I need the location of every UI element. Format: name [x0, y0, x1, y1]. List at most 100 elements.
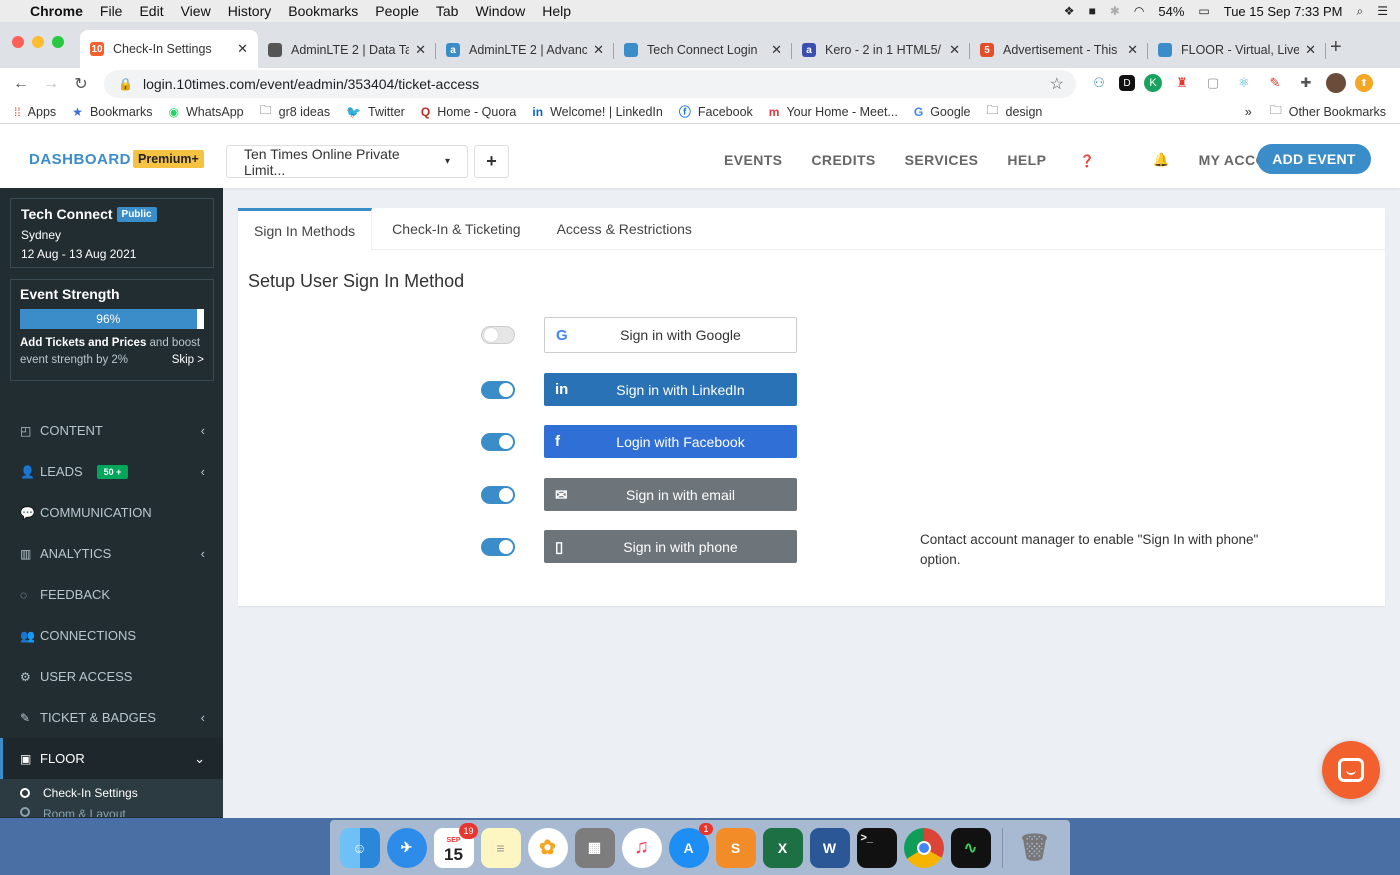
chat-launcher-button[interactable]: [1322, 741, 1380, 799]
sidebar-item-user-access[interactable]: ⚙ USER ACCESS: [0, 656, 223, 697]
bookmark-gr8-ideas[interactable]: 🗀 gr8 ideas: [260, 101, 330, 122]
menu-help[interactable]: Help: [542, 3, 571, 19]
sidebar-item-leads[interactable]: 👤 LEADS 50 + ‹: [0, 451, 223, 492]
email-sign-in-button[interactable]: ✉ Sign in with email: [544, 478, 797, 511]
linkedin-sign-in-button[interactable]: in Sign in with LinkedIn: [544, 373, 797, 406]
app-store-icon[interactable]: A1: [668, 822, 713, 868]
music-icon[interactable]: ♫: [621, 827, 662, 868]
sidebar-item-connections[interactable]: 👥 CONNECTIONS: [0, 615, 223, 656]
menu-tab[interactable]: Tab: [436, 3, 459, 19]
close-window-button[interactable]: [12, 36, 24, 48]
battery-icon[interactable]: ▭: [1198, 4, 1209, 18]
bookmark-google[interactable]: G Google: [914, 105, 971, 119]
extension-d-icon[interactable]: D: [1119, 75, 1135, 91]
tab-access-restrictions[interactable]: Access & Restrictions: [541, 208, 708, 250]
minimize-window-button[interactable]: [32, 36, 44, 48]
list-icon[interactable]: ☰: [1377, 4, 1388, 18]
menu-edit[interactable]: Edit: [139, 3, 163, 19]
email-toggle[interactable]: [481, 485, 515, 504]
extension-react-icon[interactable]: ⚛: [1233, 72, 1255, 94]
calendar-icon[interactable]: SEP 15 19: [433, 822, 478, 868]
clock[interactable]: Tue 15 Sep 7:33 PM: [1224, 4, 1343, 19]
reload-icon[interactable]: ↻: [66, 74, 96, 94]
dropbox-icon[interactable]: ❖: [1064, 4, 1075, 18]
menu-history[interactable]: History: [228, 3, 272, 19]
close-tab-icon[interactable]: ✕: [415, 42, 426, 58]
bookmark-meetup[interactable]: m Your Home - Meet...: [769, 105, 898, 119]
new-tab-button[interactable]: +: [1330, 36, 1342, 59]
calculator-icon[interactable]: ▦: [574, 827, 615, 868]
facebook-toggle[interactable]: [481, 432, 515, 451]
browser-tab[interactable]: 10 Check-In Settings ✕: [80, 30, 258, 68]
tab-sign-in-methods[interactable]: Sign In Methods: [238, 208, 373, 251]
terminal-icon[interactable]: >_: [856, 827, 897, 868]
browser-tab[interactable]: a AdminLTE 2 | Advanc ✕: [436, 34, 614, 66]
close-tab-icon[interactable]: ✕: [949, 42, 960, 58]
back-icon[interactable]: ←: [6, 75, 36, 93]
close-tab-icon[interactable]: ✕: [237, 41, 248, 57]
wifi-icon[interactable]: ◠: [1134, 4, 1144, 18]
nav-events[interactable]: EVENTS: [724, 152, 782, 168]
nav-help[interactable]: HELP ❓: [1007, 152, 1124, 168]
activity-monitor-icon[interactable]: ∿: [950, 827, 991, 868]
sublime-text-icon[interactable]: S: [715, 827, 756, 868]
sidebar-item-analytics[interactable]: ▥ ANALYTICS ‹: [0, 533, 223, 574]
finder-icon[interactable]: ☺: [339, 827, 380, 868]
address-bar[interactable]: 🔒 login.10times.com/event/eadmin/353404/…: [104, 70, 1076, 98]
dashboard-logo[interactable]: DASHBOARD: [29, 151, 131, 168]
sidebar-subitem-check-in-settings[interactable]: Check-In Settings: [0, 779, 223, 807]
extensions-puzzle-icon[interactable]: ✚: [1295, 72, 1317, 94]
close-tab-icon[interactable]: ✕: [593, 42, 604, 58]
event-card[interactable]: Tech Connect Public Sydney 12 Aug - 13 Au…: [10, 198, 214, 268]
notes-icon[interactable]: ≡: [480, 827, 521, 868]
menu-file[interactable]: File: [100, 3, 123, 19]
sidebar-item-communication[interactable]: 💬 COMMUNICATION: [0, 492, 223, 533]
browser-tab[interactable]: FLOOR - Virtual, Live ✕: [1148, 34, 1326, 66]
extension-k-icon[interactable]: K: [1144, 74, 1162, 92]
url-text[interactable]: login.10times.com/event/eadmin/353404/ti…: [143, 76, 479, 92]
tab-check-in-ticketing[interactable]: Check-In & Ticketing: [376, 208, 536, 250]
bookmark-design[interactable]: 🗀 design: [987, 101, 1043, 122]
sidebar-item-ticket-badges[interactable]: ✎ TICKET & BADGES ‹: [0, 697, 223, 738]
sidebar-item-feedback[interactable]: ◌ FEEDBACK: [0, 574, 223, 615]
search-icon[interactable]: ⌕: [1357, 4, 1364, 19]
other-bookmarks[interactable]: 🗀 Other Bookmarks: [1270, 101, 1386, 122]
menu-window[interactable]: Window: [475, 3, 525, 19]
photos-icon[interactable]: ✿: [527, 827, 568, 868]
close-tab-icon[interactable]: ✕: [1305, 42, 1316, 58]
extension-pen-icon[interactable]: ✎: [1264, 72, 1286, 94]
sidebar-item-content[interactable]: ◰ CONTENT ‹: [0, 410, 223, 451]
skip-link[interactable]: Skip >: [172, 352, 204, 369]
extension-profile-icon[interactable]: ⚇: [1088, 72, 1110, 94]
close-tab-icon[interactable]: ✕: [771, 42, 782, 58]
browser-tab[interactable]: a Kero - 2 in 1 HTML5/ ✕: [792, 34, 970, 66]
close-tab-icon[interactable]: ✕: [1127, 42, 1138, 58]
add-company-button[interactable]: +: [474, 145, 509, 178]
phone-sign-in-button[interactable]: ▯ Sign in with phone: [544, 530, 797, 563]
browser-tab[interactable]: Tech Connect Login ✕: [614, 34, 792, 66]
menu-bookmarks[interactable]: Bookmarks: [288, 3, 358, 19]
menu-app[interactable]: Chrome: [30, 3, 83, 19]
company-dropdown[interactable]: Ten Times Online Private Limit... ▾: [226, 145, 468, 178]
google-sign-in-button[interactable]: G Sign in with Google: [544, 317, 797, 353]
bookmark-apps[interactable]: ⁞⁞ Apps: [14, 105, 56, 119]
bookmark-quora[interactable]: Q Home - Quora: [421, 105, 517, 119]
notifications-bell-icon[interactable]: 🔔: [1153, 152, 1170, 168]
camera-icon[interactable]: ■: [1089, 4, 1096, 18]
bookmarks-overflow-button[interactable]: »: [1245, 105, 1252, 119]
browser-tab[interactable]: AdminLTE 2 | Data Ta ✕: [258, 34, 436, 66]
bluetooth-icon[interactable]: ✱: [1110, 4, 1120, 18]
bookmark-whatsapp[interactable]: ◉ WhatsApp: [168, 105, 243, 119]
extension-chat-icon[interactable]: ▢: [1202, 72, 1224, 94]
browser-tab[interactable]: 5 Advertisement - This ✕: [970, 34, 1148, 66]
word-icon[interactable]: W: [809, 827, 850, 868]
menu-view[interactable]: View: [181, 3, 211, 19]
excel-icon[interactable]: X: [762, 827, 803, 868]
google-toggle[interactable]: [481, 326, 515, 344]
update-icon[interactable]: ⬆: [1355, 74, 1373, 92]
bookmark-star-icon[interactable]: ☆: [1050, 74, 1064, 94]
sidebar-item-floor[interactable]: ▣ FLOOR ⌄: [0, 738, 223, 779]
trash-icon[interactable]: 🗑: [1015, 828, 1055, 868]
forward-icon[interactable]: →: [36, 75, 66, 93]
safari-icon[interactable]: ✈: [386, 827, 427, 868]
